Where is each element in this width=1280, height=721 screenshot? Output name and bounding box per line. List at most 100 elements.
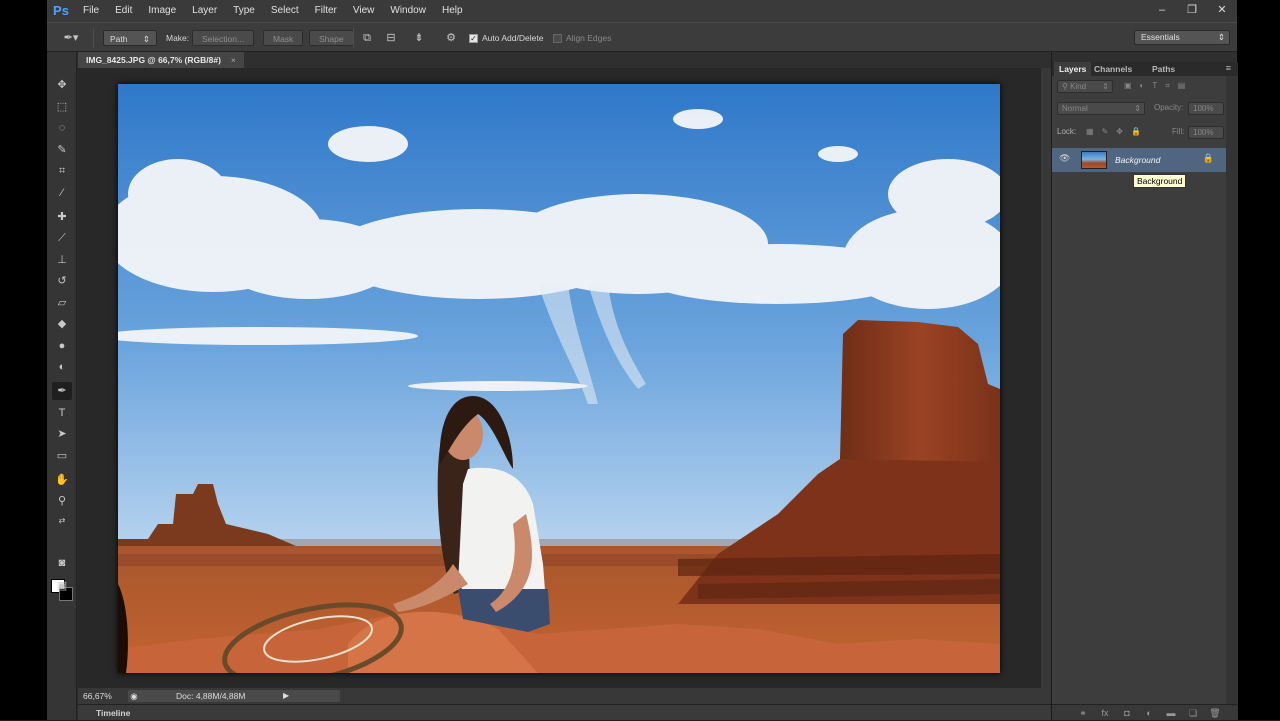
blur-icon[interactable]: ● xyxy=(52,337,72,355)
options-bar: ✒▾ Path ⇕ Make: Selection... Mask Shape ⧉… xyxy=(47,22,1237,52)
search-icon: ⚲ xyxy=(1062,82,1071,91)
swap-colors-icon[interactable]: ⇄ xyxy=(52,512,72,530)
timeline-panel[interactable]: Timeline xyxy=(78,704,1051,720)
separator xyxy=(353,28,354,48)
layer-name[interactable]: Background xyxy=(1115,148,1160,172)
menu-image[interactable]: Image xyxy=(140,0,184,22)
dodge-icon[interactable]: ◐ xyxy=(52,358,72,376)
window-controls: – ❐ ✕ xyxy=(1147,0,1237,22)
layers-panel: Layers Channels Paths ≡ ⚲ Kind ⇕ ▣◐T⌗▤ No… xyxy=(1051,52,1238,720)
eraser-icon[interactable]: ▱ xyxy=(52,294,72,312)
panel-menu-icon[interactable]: ≡ xyxy=(1226,63,1231,73)
screen-border-left xyxy=(0,0,47,720)
document-tab[interactable]: IMG_8425.JPG @ 66,7% (RGB/8#) × xyxy=(78,52,244,68)
menu-select[interactable]: Select xyxy=(263,0,307,22)
trash-icon[interactable]: 🗑 xyxy=(1204,705,1226,721)
fill-input[interactable]: 100% xyxy=(1188,126,1224,139)
brush-icon[interactable]: ⟋ xyxy=(52,229,72,247)
new-group-icon[interactable]: ▬ xyxy=(1160,705,1182,721)
menu-view[interactable]: View xyxy=(345,0,383,22)
quick-selection-icon[interactable]: ✎ xyxy=(52,141,72,159)
opacity-input[interactable]: 100% xyxy=(1188,102,1224,115)
photo-artwork xyxy=(118,84,1000,673)
align-edges-checkbox[interactable]: Align Edges xyxy=(553,30,611,46)
tab-layers[interactable]: Layers xyxy=(1054,62,1092,76)
layer-row-background[interactable]: 👁 Background 🔒 xyxy=(1052,148,1226,172)
pen-icon[interactable]: ✒ xyxy=(52,382,72,400)
photoshop-logo: Ps xyxy=(53,3,69,18)
menu-window[interactable]: Window xyxy=(382,0,434,22)
lock-icon: 🔒 xyxy=(1202,153,1214,163)
path-arrangement-icon[interactable]: ⇟ xyxy=(411,30,427,46)
make-mask-button[interactable]: Mask xyxy=(263,30,304,46)
lock-label: Lock: xyxy=(1057,127,1077,136)
history-brush-icon[interactable]: ↺ xyxy=(52,272,72,290)
menu-bar: Ps File Edit Image Layer Type Select Fil… xyxy=(47,0,1237,22)
document-image[interactable] xyxy=(118,84,1000,673)
blend-mode-select[interactable]: Normal ⇕ xyxy=(1057,102,1145,115)
close-button[interactable]: ✕ xyxy=(1207,0,1237,22)
layer-tooltip: Background xyxy=(1133,174,1187,188)
status-bar: 66,67% ◉ Doc: 4,88M/4,88M ▶ xyxy=(78,688,1051,704)
document-size: Doc: 4,88M/4,88M xyxy=(176,691,246,701)
tool-mode-value: Path xyxy=(110,34,128,44)
make-shape-button[interactable]: Shape xyxy=(309,30,354,46)
lasso-icon[interactable]: ◌ xyxy=(52,119,72,137)
canvas-vertical-scrollbar[interactable] xyxy=(1041,68,1051,688)
pen-tool-preset-icon[interactable]: ✒▾ xyxy=(63,30,79,46)
toolbox: ✥ ⬚ ◌ ✎ ⌗ ⁄ ✚ ⟋ ⊥ ↺ ▱ ◆ ● ◐ ✒ T ➤ ▭ ✋ ⚲ … xyxy=(47,52,77,720)
paint-bucket-icon[interactable]: ◆ xyxy=(52,315,72,333)
select-arrows-icon: ⇕ xyxy=(1217,32,1225,42)
workspace-switcher[interactable]: Essentials ⇕ xyxy=(1134,30,1230,45)
add-mask-icon[interactable]: ◘ xyxy=(1116,705,1138,721)
menu-type[interactable]: Type xyxy=(225,0,263,22)
gear-icon[interactable]: ⚙ xyxy=(443,30,459,46)
crop-icon[interactable]: ⌗ xyxy=(52,162,72,180)
clone-stamp-icon[interactable]: ⊥ xyxy=(52,251,72,269)
tab-channels[interactable]: Channels xyxy=(1094,62,1132,76)
make-label: Make: xyxy=(166,33,190,43)
menu-filter[interactable]: Filter xyxy=(307,0,345,22)
hand-icon[interactable]: ✋ xyxy=(52,471,72,489)
zoom-icon[interactable]: ⚲ xyxy=(52,492,72,510)
workspace-label: Essentials xyxy=(1141,32,1180,42)
zoom-level[interactable]: 66,67% xyxy=(83,688,112,704)
lock-options-icons[interactable]: ▦✎✥🔒 xyxy=(1086,125,1149,139)
path-operations-icon[interactable]: ⧉ xyxy=(359,30,375,46)
eye-icon[interactable]: 👁 xyxy=(1059,153,1070,164)
menu-help[interactable]: Help xyxy=(434,0,471,22)
fill-label: Fill: xyxy=(1172,127,1185,136)
adjustment-layer-icon[interactable]: ◐ xyxy=(1138,705,1160,721)
menu-layer[interactable]: Layer xyxy=(184,0,225,22)
quick-mask-icon[interactable]: ◙ xyxy=(52,554,72,572)
eyedropper-icon[interactable]: ⁄ xyxy=(52,184,72,202)
layer-style-icon[interactable]: fx xyxy=(1094,705,1116,721)
move-icon[interactable]: ✥ xyxy=(52,76,72,94)
menu-edit[interactable]: Edit xyxy=(107,0,140,22)
make-selection-button[interactable]: Selection... xyxy=(192,30,255,46)
auto-add-delete-checkbox[interactable]: ✓ Auto Add/Delete xyxy=(469,30,543,46)
restore-button[interactable]: ❐ xyxy=(1177,0,1207,22)
type-icon[interactable]: T xyxy=(52,404,72,422)
layers-panel-footer: ⚭ fx ◘ ◐ ▬ ❏ 🗑 xyxy=(1052,704,1238,720)
status-menu-arrow-icon[interactable]: ▶ xyxy=(283,690,289,702)
spot-healing-icon[interactable]: ✚ xyxy=(52,208,72,226)
path-selection-icon[interactable]: ➤ xyxy=(52,425,72,443)
tab-paths[interactable]: Paths xyxy=(1152,62,1175,76)
rectangle-icon[interactable]: ▭ xyxy=(52,447,72,465)
panel-scrollbar[interactable] xyxy=(1226,76,1238,704)
menu-file[interactable]: File xyxy=(75,0,107,22)
new-layer-icon[interactable]: ❏ xyxy=(1182,705,1204,721)
close-tab-icon[interactable]: × xyxy=(231,55,236,65)
select-arrows-icon: ⇕ xyxy=(142,34,150,44)
minimize-button[interactable]: – xyxy=(1147,0,1177,22)
opacity-value: 100% xyxy=(1193,104,1214,113)
path-alignment-icon[interactable]: ⊟ xyxy=(383,30,399,46)
layer-filter-icons[interactable]: ▣◐T⌗▤ xyxy=(1124,79,1193,93)
screen-mode-icon[interactable]: ▣ xyxy=(52,577,72,595)
document-info[interactable]: ◉ Doc: 4,88M/4,88M xyxy=(128,690,340,702)
marquee-icon[interactable]: ⬚ xyxy=(52,98,72,116)
tool-mode-select[interactable]: Path ⇕ xyxy=(103,30,157,46)
link-layers-icon[interactable]: ⚭ xyxy=(1072,705,1094,721)
filter-kind-select[interactable]: ⚲ Kind ⇕ xyxy=(1057,80,1113,93)
